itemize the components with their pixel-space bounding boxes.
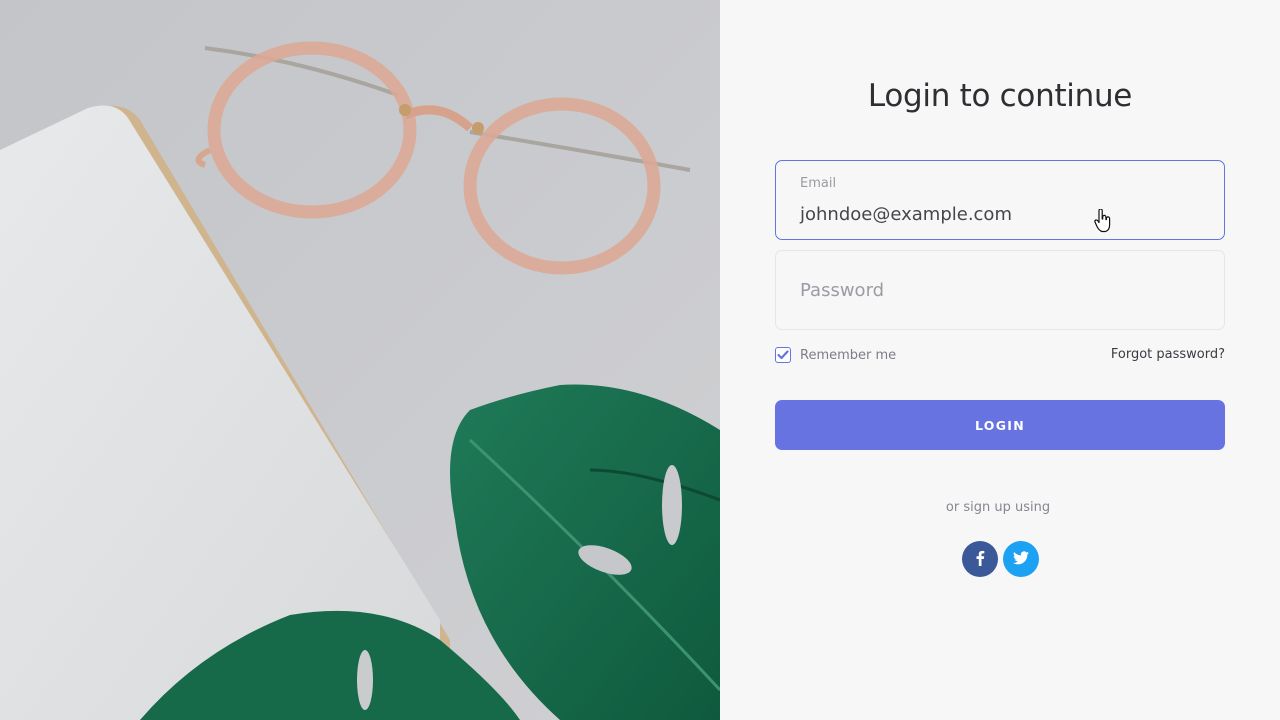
checkbox-checked-icon[interactable] [775, 347, 791, 363]
signup-text: or sign up using [945, 500, 1051, 515]
page-title: Login to continue [867, 78, 1133, 114]
email-label: Email [800, 176, 837, 191]
facebook-button[interactable] [962, 541, 998, 577]
hand-pointer-cursor-icon [1094, 208, 1112, 237]
password-field[interactable]: Password [775, 250, 1225, 330]
forgot-password-link[interactable]: Forgot password? [1111, 347, 1225, 362]
social-signup-buttons [962, 541, 1039, 577]
remember-me-checkbox[interactable]: Remember me [775, 346, 896, 364]
hero-image [0, 0, 720, 720]
email-input[interactable]: johndoe@example.com [800, 204, 1012, 225]
facebook-icon [975, 550, 985, 569]
login-button[interactable]: LOGIN [775, 400, 1225, 450]
login-panel: Login to continue Email johndoe@example.… [720, 0, 1280, 720]
twitter-icon [1013, 550, 1029, 568]
email-field[interactable]: Email johndoe@example.com [775, 160, 1225, 240]
password-input[interactable]: Password [800, 280, 884, 301]
twitter-button[interactable] [1003, 541, 1039, 577]
remember-me-label: Remember me [800, 347, 897, 363]
